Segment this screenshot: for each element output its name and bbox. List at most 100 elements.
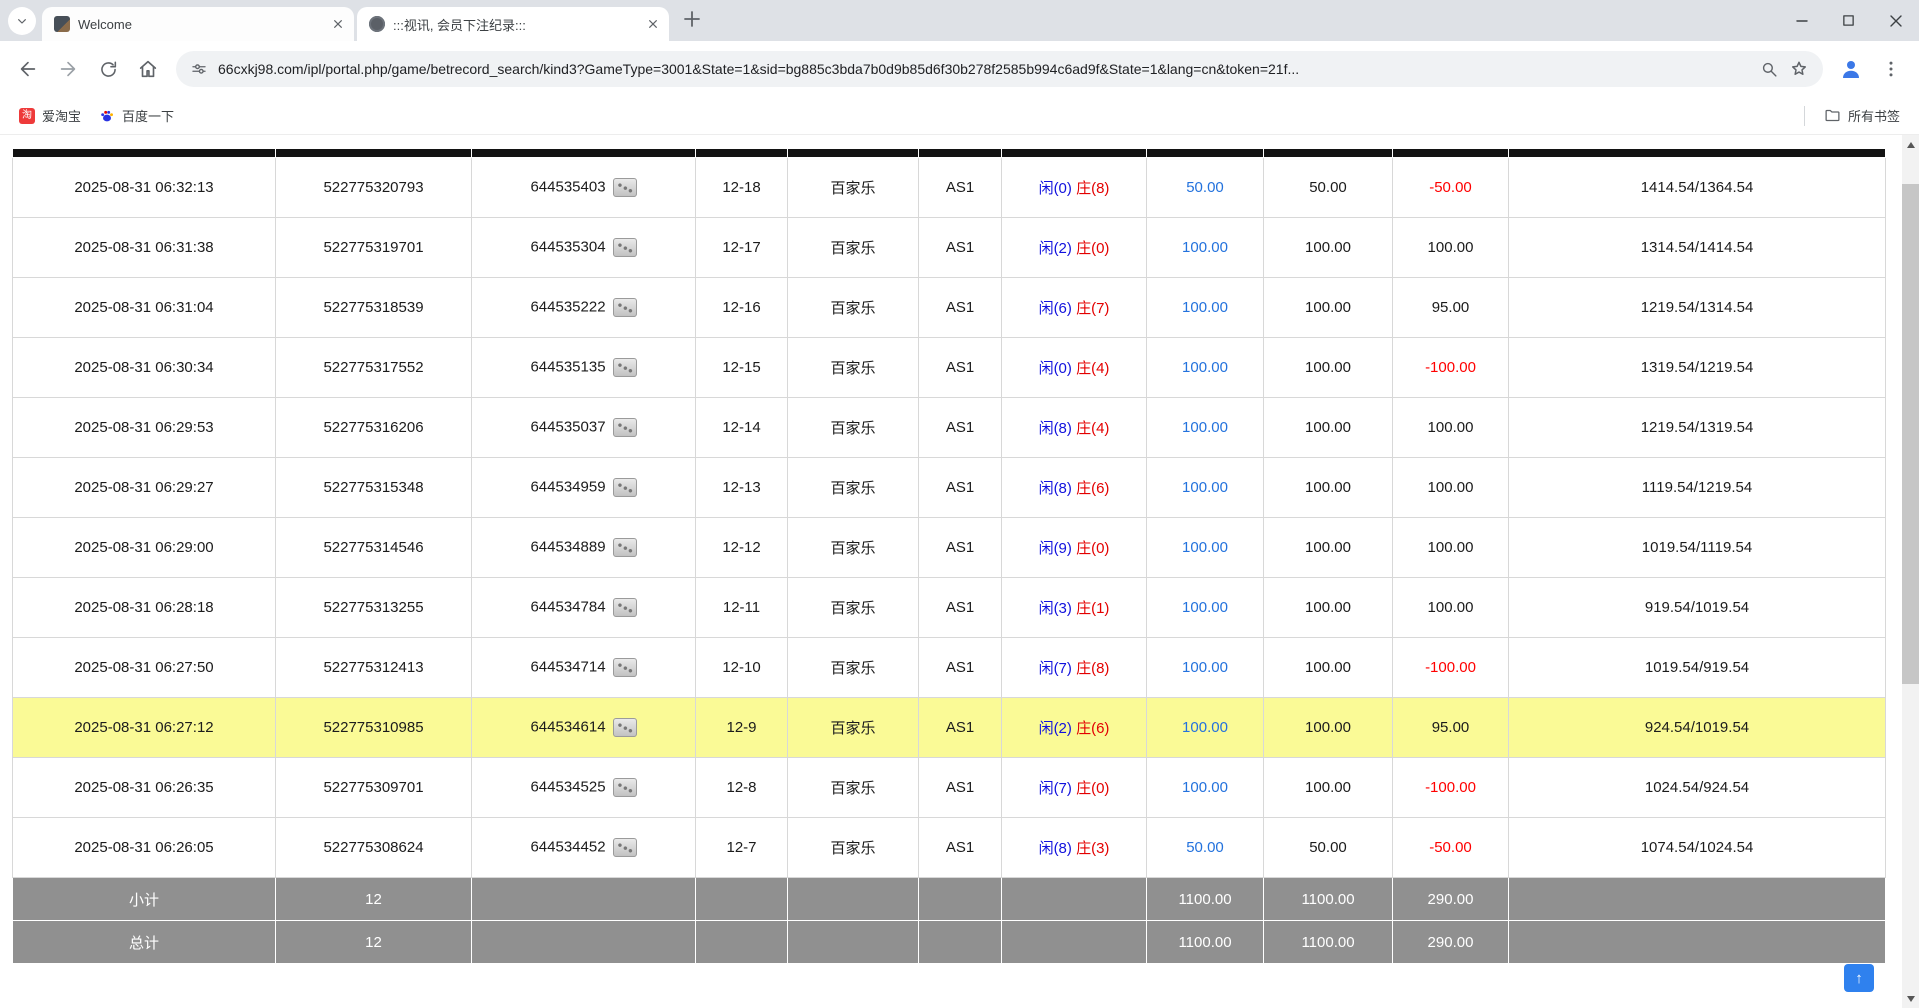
cell-time: 2025-08-31 06:31:38 — [13, 218, 276, 278]
replay-dice-icon[interactable] — [613, 178, 637, 197]
summary-empty-cell — [472, 921, 696, 964]
cell-round-no: 644535222 — [472, 278, 696, 338]
cell-round-no: 644535037 — [472, 398, 696, 458]
reload-button[interactable] — [88, 49, 128, 89]
home-button[interactable] — [128, 49, 168, 89]
cell-time: 2025-08-31 06:28:18 — [13, 578, 276, 638]
replay-dice-icon[interactable] — [613, 598, 637, 617]
cell-bet-amount[interactable]: 100.00 — [1147, 638, 1264, 698]
address-bar[interactable]: 66cxkj98.com/ipl/portal.php/game/betreco… — [176, 51, 1823, 87]
cell-table: AS1 — [919, 638, 1002, 698]
replay-dice-icon[interactable] — [613, 718, 637, 737]
replay-dice-icon[interactable] — [613, 358, 637, 377]
cell-valid-amount: 100.00 — [1264, 218, 1393, 278]
cell-order-no: 522775312413 — [276, 638, 472, 698]
replay-dice-icon[interactable] — [613, 658, 637, 677]
cell-game-type: 百家乐 — [788, 278, 919, 338]
chevron-down-icon — [14, 13, 30, 29]
cell-time: 2025-08-31 06:27:12 — [13, 698, 276, 758]
column-header-partial — [1002, 149, 1147, 158]
cell-bet-amount[interactable]: 50.00 — [1147, 158, 1264, 218]
cell-bet-amount[interactable]: 100.00 — [1147, 398, 1264, 458]
table-row: 2025-08-31 06:31:04522775318539644535222… — [13, 278, 1886, 338]
summary-empty-cell — [788, 878, 919, 921]
cell-bet-amount[interactable]: 100.00 — [1147, 578, 1264, 638]
cell-round: 12-12 — [696, 518, 788, 578]
cell-time: 2025-08-31 06:26:05 — [13, 818, 276, 878]
back-to-top-button[interactable]: ↑ — [1844, 964, 1874, 992]
summary-empty-cell — [472, 878, 696, 921]
replay-dice-icon[interactable] — [613, 418, 637, 437]
cell-bet-amount[interactable]: 100.00 — [1147, 518, 1264, 578]
cell-round: 12-15 — [696, 338, 788, 398]
profile-icon — [1839, 57, 1863, 81]
cell-order-no: 522775315348 — [276, 458, 472, 518]
column-header-partial — [472, 149, 696, 158]
cell-valid-amount: 100.00 — [1264, 458, 1393, 518]
vertical-scrollbar[interactable] — [1902, 135, 1919, 1008]
cell-round: 12-7 — [696, 818, 788, 878]
tab-betrecord[interactable]: :::视讯, 会员下注纪录::: — [357, 7, 669, 41]
summary-empty-cell — [696, 921, 788, 964]
summary-label: 小计 — [13, 878, 276, 921]
cell-table: AS1 — [919, 518, 1002, 578]
tab-search-button[interactable] — [8, 7, 36, 35]
cell-game-type: 百家乐 — [788, 578, 919, 638]
cell-bet-amount[interactable]: 100.00 — [1147, 698, 1264, 758]
page-content: 2025-08-31 06:32:13522775320793644535403… — [0, 135, 1919, 1008]
cell-bet-content: 闲(8) 庄(6) — [1002, 458, 1147, 518]
bookmark-baidu[interactable]: 百度一下 — [90, 102, 183, 129]
cell-bet-amount[interactable]: 100.00 — [1147, 758, 1264, 818]
profile-button[interactable] — [1831, 49, 1871, 89]
minimize-button[interactable] — [1778, 0, 1825, 41]
cell-round: 12-17 — [696, 218, 788, 278]
bookmarks-divider — [1804, 106, 1805, 126]
cell-win-loss: -50.00 — [1393, 158, 1509, 218]
scrollbar-up-arrow-icon[interactable] — [1902, 136, 1919, 153]
cell-win-loss: -100.00 — [1393, 338, 1509, 398]
cell-round-no: 644534614 — [472, 698, 696, 758]
cell-bet-amount[interactable]: 100.00 — [1147, 458, 1264, 518]
site-info-icon[interactable] — [190, 60, 208, 78]
replay-dice-icon[interactable] — [613, 778, 637, 797]
cell-bet-amount[interactable]: 50.00 — [1147, 818, 1264, 878]
zoom-icon[interactable] — [1760, 60, 1779, 79]
scrollbar-down-arrow-icon[interactable] — [1902, 990, 1919, 1007]
cell-round: 12-14 — [696, 398, 788, 458]
replay-dice-icon[interactable] — [613, 238, 637, 257]
all-bookmarks-button[interactable]: 所有书签 — [1815, 102, 1909, 129]
menu-button[interactable] — [1871, 49, 1911, 89]
forward-button[interactable] — [48, 49, 88, 89]
maximize-button[interactable] — [1825, 0, 1872, 41]
cell-balance: 1314.54/1414.54 — [1509, 218, 1886, 278]
new-tab-button[interactable] — [680, 7, 704, 31]
summary-row: 小计121100.001100.00290.00 — [13, 878, 1886, 921]
replay-dice-icon[interactable] — [613, 838, 637, 857]
cell-round: 12-18 — [696, 158, 788, 218]
replay-dice-icon[interactable] — [613, 478, 637, 497]
close-window-button[interactable] — [1872, 0, 1919, 41]
cell-table: AS1 — [919, 398, 1002, 458]
replay-dice-icon[interactable] — [613, 538, 637, 557]
window-controls — [1778, 0, 1919, 41]
tab-close-icon[interactable] — [330, 16, 346, 32]
cell-bet-amount[interactable]: 100.00 — [1147, 278, 1264, 338]
cell-bet-content: 闲(9) 庄(0) — [1002, 518, 1147, 578]
bookmark-aitaobao[interactable]: 淘 爱淘宝 — [10, 102, 90, 129]
replay-dice-icon[interactable] — [613, 298, 637, 317]
cell-round-no: 644534452 — [472, 818, 696, 878]
tab-welcome[interactable]: Welcome — [42, 7, 354, 41]
back-button[interactable] — [8, 49, 48, 89]
tab-close-icon[interactable] — [645, 16, 661, 32]
cell-round: 12-8 — [696, 758, 788, 818]
bookmark-star-icon[interactable] — [1789, 59, 1809, 79]
cell-bet-amount[interactable]: 100.00 — [1147, 218, 1264, 278]
scrollbar-thumb[interactable] — [1902, 184, 1919, 684]
cell-bet-amount[interactable]: 100.00 — [1147, 338, 1264, 398]
column-header-partial — [1393, 149, 1509, 158]
cell-round-no: 644534784 — [472, 578, 696, 638]
folder-icon — [1824, 107, 1841, 124]
cell-valid-amount: 100.00 — [1264, 578, 1393, 638]
maximize-icon — [1842, 14, 1855, 27]
url-text[interactable]: 66cxkj98.com/ipl/portal.php/game/betreco… — [218, 61, 1750, 77]
